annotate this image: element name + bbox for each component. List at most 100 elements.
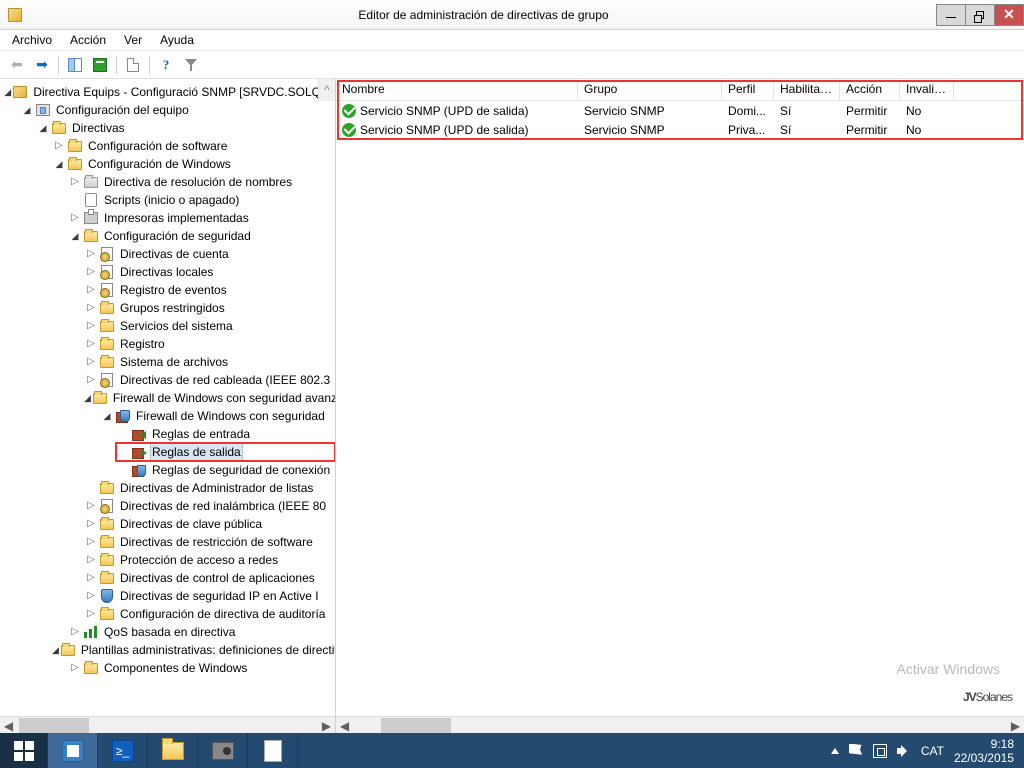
- tree-outbound[interactable]: Reglas de salida: [150, 442, 243, 462]
- conn-security-icon: [131, 462, 147, 478]
- tree-scripts[interactable]: Scripts (inicio o apagado): [102, 191, 241, 209]
- tray-overflow-icon[interactable]: [831, 748, 839, 754]
- tree-qos[interactable]: QoS basada en directiva: [102, 623, 237, 641]
- col-group[interactable]: Grupo: [578, 79, 722, 100]
- menu-file[interactable]: Archivo: [4, 31, 60, 49]
- tree-pubkey[interactable]: Directivas de clave pública: [118, 515, 264, 533]
- panes-button[interactable]: [64, 54, 86, 76]
- action-center-icon[interactable]: [849, 744, 863, 758]
- cell-enabled: Sí: [774, 103, 840, 119]
- col-override[interactable]: Invalidar: [900, 79, 954, 100]
- export-button[interactable]: [122, 54, 144, 76]
- cell-action: Permitir: [840, 122, 900, 138]
- tree-firewall-inner[interactable]: Firewall de Windows con seguridad: [134, 407, 327, 425]
- list-hscroll[interactable]: ◀▶: [336, 716, 1024, 733]
- tree-printers[interactable]: Impresoras implementadas: [102, 209, 251, 227]
- titlebar: Editor de administración de directivas d…: [0, 0, 1024, 30]
- tree-conn-security[interactable]: Reglas de seguridad de conexión: [150, 461, 332, 479]
- cell-profile: Priva...: [722, 122, 774, 138]
- tree-audit[interactable]: Configuración de directiva de auditoría: [118, 605, 327, 623]
- task-server-manager[interactable]: [48, 733, 98, 768]
- folder-icon: [99, 534, 115, 550]
- folder-icon: [60, 642, 76, 658]
- start-button[interactable]: [0, 733, 48, 768]
- tree-restricted-groups[interactable]: Grupos restringidos: [118, 299, 227, 317]
- policy-icon: [99, 282, 115, 298]
- window-title: Editor de administración de directivas d…: [30, 8, 937, 22]
- tree-panel: ^ Directiva Equips - Configuració SNMP […: [0, 79, 336, 733]
- tree[interactable]: ^ Directiva Equips - Configuració SNMP […: [0, 79, 335, 716]
- tree-nap[interactable]: Protección de acceso a redes: [118, 551, 280, 569]
- tree-windows-config[interactable]: Configuración de Windows: [86, 155, 233, 173]
- tree-wired[interactable]: Directivas de red cableada (IEEE 802.3: [118, 371, 332, 389]
- tree-registry[interactable]: Registro: [118, 335, 167, 353]
- policy-icon: [99, 246, 115, 262]
- folder-icon: [99, 480, 115, 496]
- col-name[interactable]: Nombre: [336, 79, 578, 100]
- minimize-button[interactable]: [936, 4, 966, 26]
- tray-clock[interactable]: 9:1822/03/2015: [954, 737, 1014, 765]
- maximize-button[interactable]: [965, 4, 995, 26]
- task-powershell[interactable]: ≥_: [98, 733, 148, 768]
- filter-button[interactable]: [180, 54, 202, 76]
- tree-system-services[interactable]: Servicios del sistema: [118, 317, 235, 335]
- tree-hscroll[interactable]: ◀▶: [0, 716, 335, 733]
- cell-override: No: [900, 103, 954, 119]
- col-action[interactable]: Acción: [840, 79, 900, 100]
- cell-action: Permitir: [840, 103, 900, 119]
- firewall-shield-icon: [115, 408, 131, 424]
- printer-icon: [83, 210, 99, 226]
- shield-icon: [99, 588, 115, 604]
- folder-icon: [99, 318, 115, 334]
- tray-lang[interactable]: CAT: [921, 744, 944, 758]
- help-button[interactable]: ?: [155, 54, 177, 76]
- tree-software-config[interactable]: Configuración de software: [86, 137, 229, 155]
- menu-help[interactable]: Ayuda: [152, 31, 202, 49]
- folder-icon: [67, 138, 83, 154]
- folder-icon: [67, 156, 83, 172]
- policy-icon: [99, 498, 115, 514]
- task-camera[interactable]: [198, 733, 248, 768]
- tree-win-components[interactable]: Componentes de Windows: [102, 659, 249, 677]
- outbound-icon: [131, 444, 147, 460]
- tree-security-config[interactable]: Configuración de seguridad: [102, 227, 253, 245]
- policy-icon: [99, 372, 115, 388]
- tree-computer-config[interactable]: Configuración del equipo: [54, 101, 191, 119]
- tree-account-policies[interactable]: Directivas de cuenta: [118, 245, 231, 263]
- tree-softrestrict[interactable]: Directivas de restricción de software: [118, 533, 315, 551]
- policy-icon: [99, 264, 115, 280]
- list-row[interactable]: Servicio SNMP (UPD de salida) Servicio S…: [336, 101, 1024, 120]
- col-profile[interactable]: Perfil: [722, 79, 774, 100]
- forward-button[interactable]: ➡: [31, 54, 53, 76]
- tree-root[interactable]: Directiva Equips - Configuració SNMP [SR…: [31, 83, 335, 101]
- back-button[interactable]: ⬅: [6, 54, 28, 76]
- list-header[interactable]: Nombre Grupo Perfil Habilitado Acción In…: [336, 79, 1024, 101]
- folder-gray-icon: [83, 174, 99, 190]
- tree-ipsec[interactable]: Directivas de seguridad IP en Active I: [118, 587, 321, 605]
- tree-firewall-adv[interactable]: Firewall de Windows con seguridad avanza…: [111, 389, 335, 407]
- network-icon[interactable]: [873, 744, 887, 758]
- col-enabled[interactable]: Habilitado: [774, 79, 840, 100]
- menu-view[interactable]: Ver: [116, 31, 150, 49]
- menu-action[interactable]: Acción: [62, 31, 114, 49]
- tree-scroll-up[interactable]: ^: [318, 79, 335, 101]
- tree-event-log[interactable]: Registro de eventos: [118, 281, 229, 299]
- tree-inbound[interactable]: Reglas de entrada: [150, 425, 252, 443]
- tree-name-resolution[interactable]: Directiva de resolución de nombres: [102, 173, 294, 191]
- qos-icon: [83, 624, 99, 640]
- task-explorer[interactable]: [148, 733, 198, 768]
- tree-admin-templates[interactable]: Plantillas administrativas: definiciones…: [79, 641, 335, 659]
- close-button[interactable]: ✕: [994, 4, 1024, 26]
- tree-filesystem[interactable]: Sistema de archivos: [118, 353, 230, 371]
- cell-enabled: Sí: [774, 122, 840, 138]
- list-row[interactable]: Servicio SNMP (UPD de salida) Servicio S…: [336, 120, 1024, 139]
- refresh-button[interactable]: [89, 54, 111, 76]
- tree-appctrl[interactable]: Directivas de control de aplicaciones: [118, 569, 317, 587]
- scroll-icon: [83, 192, 99, 208]
- tree-netlist[interactable]: Directivas de Administrador de listas: [118, 479, 315, 497]
- task-notepad[interactable]: [248, 733, 298, 768]
- tree-local-policies[interactable]: Directivas locales: [118, 263, 215, 281]
- volume-icon[interactable]: [897, 744, 911, 758]
- tree-wireless[interactable]: Directivas de red inalámbrica (IEEE 80: [118, 497, 328, 515]
- tree-policies[interactable]: Directivas: [70, 119, 127, 137]
